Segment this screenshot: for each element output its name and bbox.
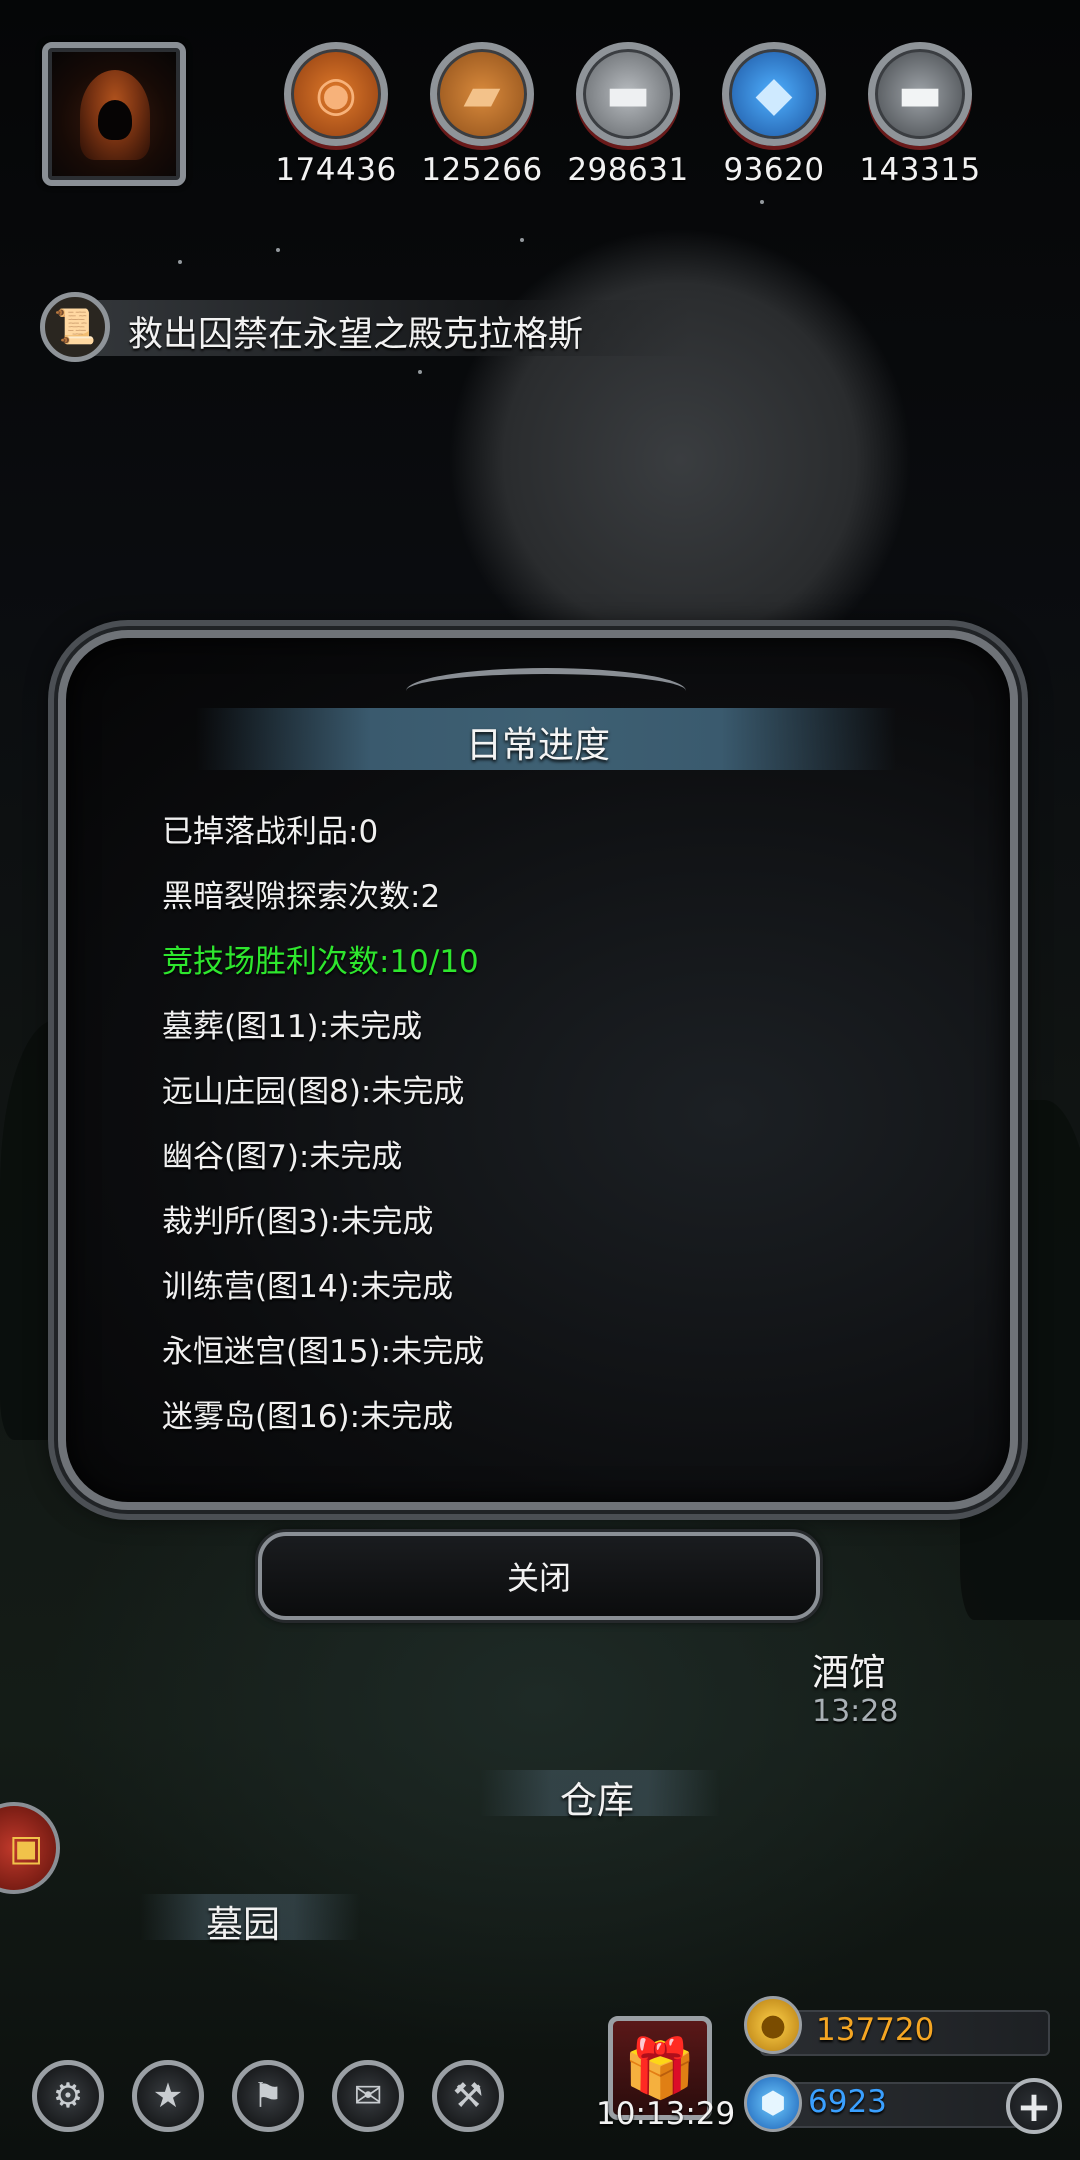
resource-glyph: ◉ [315, 66, 357, 122]
progress-item: 迷雾岛(图16):未完成 [162, 1399, 454, 1435]
gold-value: 137720 [816, 2012, 935, 2048]
resource-glyph: ▬ [897, 66, 943, 122]
graveyard-label[interactable]: 墓园 [206, 1894, 280, 1948]
progress-item: 黑暗裂隙探索次数:2 [162, 879, 441, 915]
hooded-figure-icon [80, 70, 150, 160]
star [418, 370, 422, 374]
gem-icon: ⬢ [744, 2074, 802, 2132]
quest-banner[interactable]: 📜 救出囚禁在永望之殿克拉格斯 [40, 292, 690, 362]
resource-3[interactable]: ◆ 93620 [704, 42, 844, 188]
banner-icon: ⚑ [252, 2076, 284, 2116]
add-currency-button[interactable]: + [1006, 2078, 1062, 2134]
tavern-label[interactable]: 酒馆 [812, 1642, 886, 1696]
chest-icon: ▣ [8, 1827, 43, 1869]
star [276, 248, 280, 252]
progress-list: 已掉落战利品:0 黑暗裂隙探索次数:2 竞技场胜利次数:10/10 墓葬(图11):未… [162, 800, 484, 1450]
resource-4[interactable]: ▬ 143315 [850, 42, 990, 188]
gift-box-icon: 🎁 [623, 2033, 697, 2102]
achievements-button[interactable]: ★ [132, 2060, 204, 2132]
warehouse-label[interactable]: 仓库 [560, 1770, 634, 1824]
progress-item: 竞技场胜利次数:10/10 [162, 944, 479, 980]
resource-glyph: ◆ [755, 66, 793, 122]
settings-button[interactable]: ⚙ [32, 2060, 104, 2132]
handshake-icon: ⚒ [452, 2076, 484, 2116]
scroll-icon: 📜 [40, 292, 110, 362]
progress-item: 幽谷(图7):未完成 [162, 1139, 403, 1175]
progress-item: 训练营(图14):未完成 [162, 1269, 454, 1305]
star [520, 238, 524, 242]
daily-progress-dialog: 日常进度 已掉落战利品:0 黑暗裂隙探索次数:2 竞技场胜利次数:10/10 墓葬(图… [58, 630, 1018, 1510]
trade-button[interactable]: ⚒ [432, 2060, 504, 2132]
resource-0[interactable]: ◉ 174436 [266, 42, 406, 188]
tavern-timer: 13:28 [812, 1694, 899, 1729]
iron-ingot-icon: ▬ [576, 42, 680, 146]
guild-button[interactable]: ⚑ [232, 2060, 304, 2132]
steel-ingot-icon: ▬ [868, 42, 972, 146]
resource-2[interactable]: ▬ 298631 [558, 42, 698, 188]
resource-value: 93620 [723, 152, 825, 188]
wood-plank-icon: ▰ [430, 42, 534, 146]
resource-value: 125266 [421, 152, 543, 188]
gem-value: 6923 [808, 2084, 887, 2120]
resource-glyph: ▬ [605, 66, 651, 122]
progress-item: 墓葬(图11):未完成 [162, 1009, 423, 1045]
crystal-icon: ◆ [722, 42, 826, 146]
resource-value: 298631 [567, 152, 689, 188]
player-avatar[interactable] [42, 42, 186, 186]
gear-icon: ⚙ [52, 2076, 84, 2116]
progress-item: 裁判所(图3):未完成 [162, 1204, 434, 1240]
envelope-icon: ✉ [353, 2076, 383, 2116]
gold-coins-icon: ● [744, 1996, 802, 2054]
quest-text: 救出囚禁在永望之殿克拉格斯 [128, 315, 584, 355]
progress-item: 永恒迷宫(图15):未完成 [162, 1334, 485, 1370]
resource-1[interactable]: ▰ 125266 [412, 42, 552, 188]
star [760, 200, 764, 204]
progress-item: 已掉落战利品:0 [162, 814, 379, 850]
star-icon: ★ [152, 2076, 184, 2116]
mail-button[interactable]: ✉ [332, 2060, 404, 2132]
gift-timer: 10:13:29 [596, 2096, 736, 2132]
resource-value: 174436 [275, 152, 397, 188]
plus-icon: + [1016, 2081, 1052, 2131]
star [178, 260, 182, 264]
progress-item: 远山庄园(图8):未完成 [162, 1074, 465, 1110]
resource-value: 143315 [859, 152, 981, 188]
ore-icon: ◉ [284, 42, 388, 146]
close-button[interactable]: 关闭 [258, 1532, 820, 1620]
resource-glyph: ▰ [463, 66, 501, 122]
dialog-title: 日常进度 [465, 725, 610, 766]
